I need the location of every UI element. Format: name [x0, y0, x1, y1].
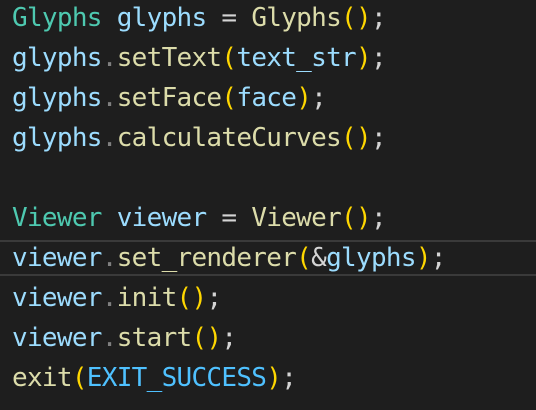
code-line-3[interactable]: glyphs.setFace(face); [12, 78, 327, 118]
member-dot: . [101, 323, 118, 353]
member-dot: . [101, 83, 118, 113]
code-line-4[interactable]: glyphs.calculateCurves(); [12, 118, 387, 158]
variable-name: glyphs [12, 83, 102, 113]
close-paren: ) [296, 83, 312, 113]
argument: face [236, 83, 297, 113]
semicolon: ; [430, 243, 447, 273]
constructor-call: Viewer [251, 203, 342, 233]
method-name: setText [116, 43, 222, 73]
close-paren: ) [191, 283, 208, 313]
type-name: Viewer [12, 203, 102, 233]
close-paren: ) [356, 203, 372, 233]
code-editor[interactable]: Glyphs glyphs = Glyphs(); glyphs.setText… [0, 0, 536, 410]
open-paren: ( [71, 363, 88, 393]
method-name: set_renderer [116, 243, 297, 273]
code-line-2[interactable]: glyphs.setText(text_str); [12, 38, 387, 78]
function-name: exit [12, 363, 73, 393]
semicolon: ; [370, 123, 387, 153]
semicolon: ; [311, 83, 327, 113]
code-line-10[interactable]: exit(EXIT_SUCCESS); [12, 358, 297, 398]
close-paren: ) [206, 323, 222, 353]
semicolon: ; [370, 3, 387, 33]
semicolon: ; [206, 283, 222, 313]
code-line-1[interactable]: Glyphs glyphs = Glyphs(); [12, 0, 387, 38]
semicolon: ; [370, 43, 387, 73]
argument: glyphs [326, 243, 416, 273]
variable-name: glyphs [12, 43, 102, 73]
close-paren: ) [266, 363, 282, 393]
code-line-6[interactable]: Viewer viewer = Viewer(); [12, 198, 387, 238]
code-line-9[interactable]: viewer.start(); [12, 318, 237, 358]
code-line-8[interactable]: viewer.init(); [12, 278, 222, 318]
variable-name: viewer [12, 243, 102, 273]
method-name: start [116, 323, 192, 353]
close-paren: ) [355, 123, 372, 153]
member-dot: . [101, 283, 118, 313]
semicolon: ; [281, 363, 297, 393]
close-paren: ) [356, 3, 372, 33]
open-paren: ( [341, 203, 357, 233]
variable-name: viewer [12, 283, 102, 313]
member-dot: . [101, 123, 118, 153]
member-dot: . [101, 243, 118, 273]
variable-name: viewer [116, 203, 207, 233]
assign-operator: = [206, 203, 252, 233]
close-paren: ) [415, 243, 432, 273]
open-paren: ( [341, 123, 357, 153]
method-name: setFace [116, 83, 222, 113]
member-dot: . [101, 43, 118, 73]
type-name: Glyphs [12, 3, 102, 33]
open-paren: ( [341, 3, 357, 33]
open-paren: ( [221, 43, 237, 73]
variable-name: glyphs [116, 3, 207, 33]
method-name: init [116, 283, 178, 313]
variable-name: glyphs [12, 123, 102, 153]
code-line-7[interactable]: viewer.set_renderer(&glyphs); [12, 238, 446, 278]
variable-name: viewer [12, 323, 102, 353]
method-name: calculateCurves [116, 123, 342, 153]
semicolon: ; [370, 203, 387, 233]
assign-operator: = [206, 3, 252, 33]
address-of-operator: & [311, 243, 327, 273]
semicolon: ; [221, 323, 237, 353]
open-paren: ( [296, 243, 312, 273]
macro-constant: EXIT_SUCCESS [86, 363, 267, 393]
constructor-call: Glyphs [251, 3, 342, 33]
argument: text_str [236, 43, 356, 73]
open-paren: ( [221, 83, 237, 113]
open-paren: ( [191, 323, 207, 353]
open-paren: ( [176, 283, 193, 313]
close-paren: ) [356, 43, 372, 73]
